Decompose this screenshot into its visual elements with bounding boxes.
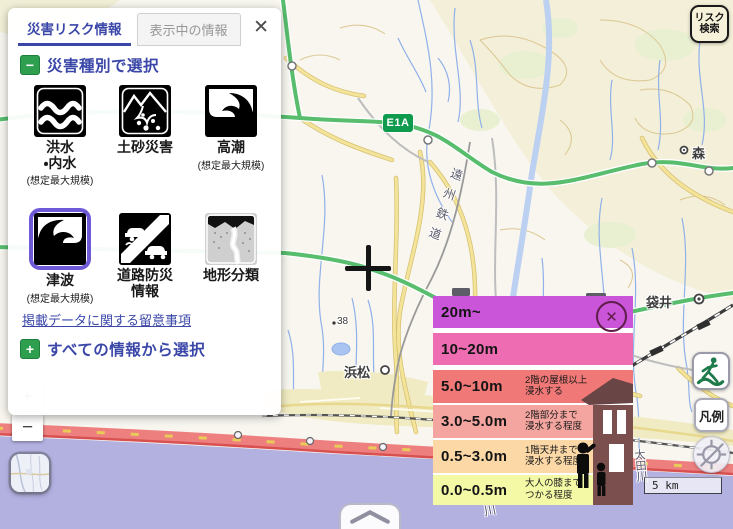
disaster-risk-panel: 災害リスク情報 表示中の情報 ✕ − 災害種別で選択 洪水・内水 (想定最大規模… [8,8,281,415]
depth-range: 0.0~0.5m [441,482,507,499]
data-notes-link[interactable]: 掲載データに関する留意事項 [22,310,191,329]
disaster-type-landslide[interactable]: 土砂災害 [104,85,186,213]
disaster-type-grid: 洪水・内水 (想定最大規模) 土砂災害 [16,85,276,341]
risk-search-label-2: 検索 [700,24,720,36]
hazard-map-app: 浜松 袋井 森 38 竜川 太田川 遠州鉄道 E1A 災害リスク情報 表示中の情… [0,0,733,529]
expand-plus-icon[interactable]: + [20,339,40,359]
storm-surge-icon [205,85,257,137]
depth-description: 大人の膝までつかる程度 [525,478,582,502]
depth-range: 10~20m [441,341,498,358]
map-label-mori: 森 [692,143,705,162]
map-label-fukuroi: 袋井 [646,292,672,311]
all-info-title: すべての情報から選択 [47,338,205,360]
depth-range: 3.0~5.0m [441,413,507,430]
depth-range: 0.5~3.0m [441,448,507,465]
type-label: 高潮 [217,139,245,155]
minus-icon: − [22,417,33,439]
disaster-type-landform[interactable]: 地形分類 [186,213,276,341]
legend-row: 0.0~0.5m 大人の膝までつかる程度 [433,475,633,505]
collapse-minus-icon[interactable]: − [20,55,40,75]
map-label-hamamatsu: 浜松 [344,362,370,381]
disaster-type-section-header[interactable]: − 災害種別で選択 [20,54,159,76]
type-label-2: 情報 [131,283,159,299]
depth-description: 1階天井まで浸水する程度 [525,445,582,469]
type-sub: (想定最大規模) [27,172,94,187]
evacuation-figure-button[interactable] [692,352,730,390]
close-icon[interactable]: ✕ [253,18,269,37]
disaster-type-storm-surge[interactable]: 高潮 (想定最大規模) [186,85,276,213]
tsunami-icon-selected [29,208,91,270]
disaster-type-flood[interactable]: 洪水・内水 (想定最大規模) [16,85,104,213]
type-sub: (想定最大規模) [27,290,94,305]
type-label: 土砂災害 [117,139,173,155]
legend-row: 3.0~5.0m 2階部分まで浸水する程度 [433,405,633,438]
landslide-icon [119,85,171,137]
lake [332,343,350,355]
legend-button-label: 凡例 [699,406,724,425]
scale-label: 5 km [652,479,679,492]
tab-displayed-info[interactable]: 表示中の情報 [137,13,241,46]
map-scale-bar: 5 km [644,477,722,494]
type-label: 道路防災 [117,267,173,283]
depth-description: 2階部分まで浸水する程度 [525,410,582,434]
depth-range: 5.0~10m [441,378,503,395]
minimap-icon [11,454,49,492]
legend-close-icon[interactable]: ✕ [596,301,627,332]
depth-description: 2階の屋根以上浸水する [525,375,587,399]
panel-tabbar: 災害リスク情報 表示中の情報 [18,16,271,46]
gps-crosshair-icon [694,436,729,473]
chevron-up-icon [341,505,399,529]
depth-range: 20m~ [441,304,481,321]
legend-row: 20m~ ✕ [433,296,633,328]
risk-search-button[interactable]: リスク 検索 [690,5,729,43]
map-center-crosshair-vertical [366,245,371,291]
overview-minimap-button[interactable] [11,454,49,492]
legend-row: 10~20m [433,333,633,365]
type-label: 津波 [46,272,74,288]
legend-row: 0.5~3.0m 1階天井まで浸水する程度 [433,440,633,473]
type-label-2: ・内水 [44,155,77,171]
current-location-button[interactable] [693,436,730,473]
risk-search-label: リスク [695,13,725,25]
type-label: 洪水 [46,139,74,155]
tab-disaster-risk-info[interactable]: 災害リスク情報 [18,13,131,46]
landform-icon [205,213,257,265]
expressway-badge-e1a: E1A [383,114,413,132]
tsunami-depth-legend: 20m~ ✕ 10~20m 5.0~10m 2階の屋根以上浸水する 3.0~5.… [433,296,633,505]
flood-icon [34,85,86,137]
type-sub: (想定最大規模) [198,157,265,172]
legend-row: 5.0~10m 2階の屋根以上浸水する [433,370,633,403]
all-info-section-header[interactable]: + すべての情報から選択 [20,338,205,360]
road-disaster-icon [119,213,171,265]
footer-expand-button[interactable] [339,503,401,529]
running-person-icon [694,352,728,390]
zoom-out-button[interactable]: − [12,414,43,441]
type-label: 地形分類 [203,267,259,283]
map-label-spot-elevation: 38 [337,316,348,327]
legend-toggle-button[interactable]: 凡例 [694,398,729,432]
section-title: 災害種別で選択 [47,54,159,76]
